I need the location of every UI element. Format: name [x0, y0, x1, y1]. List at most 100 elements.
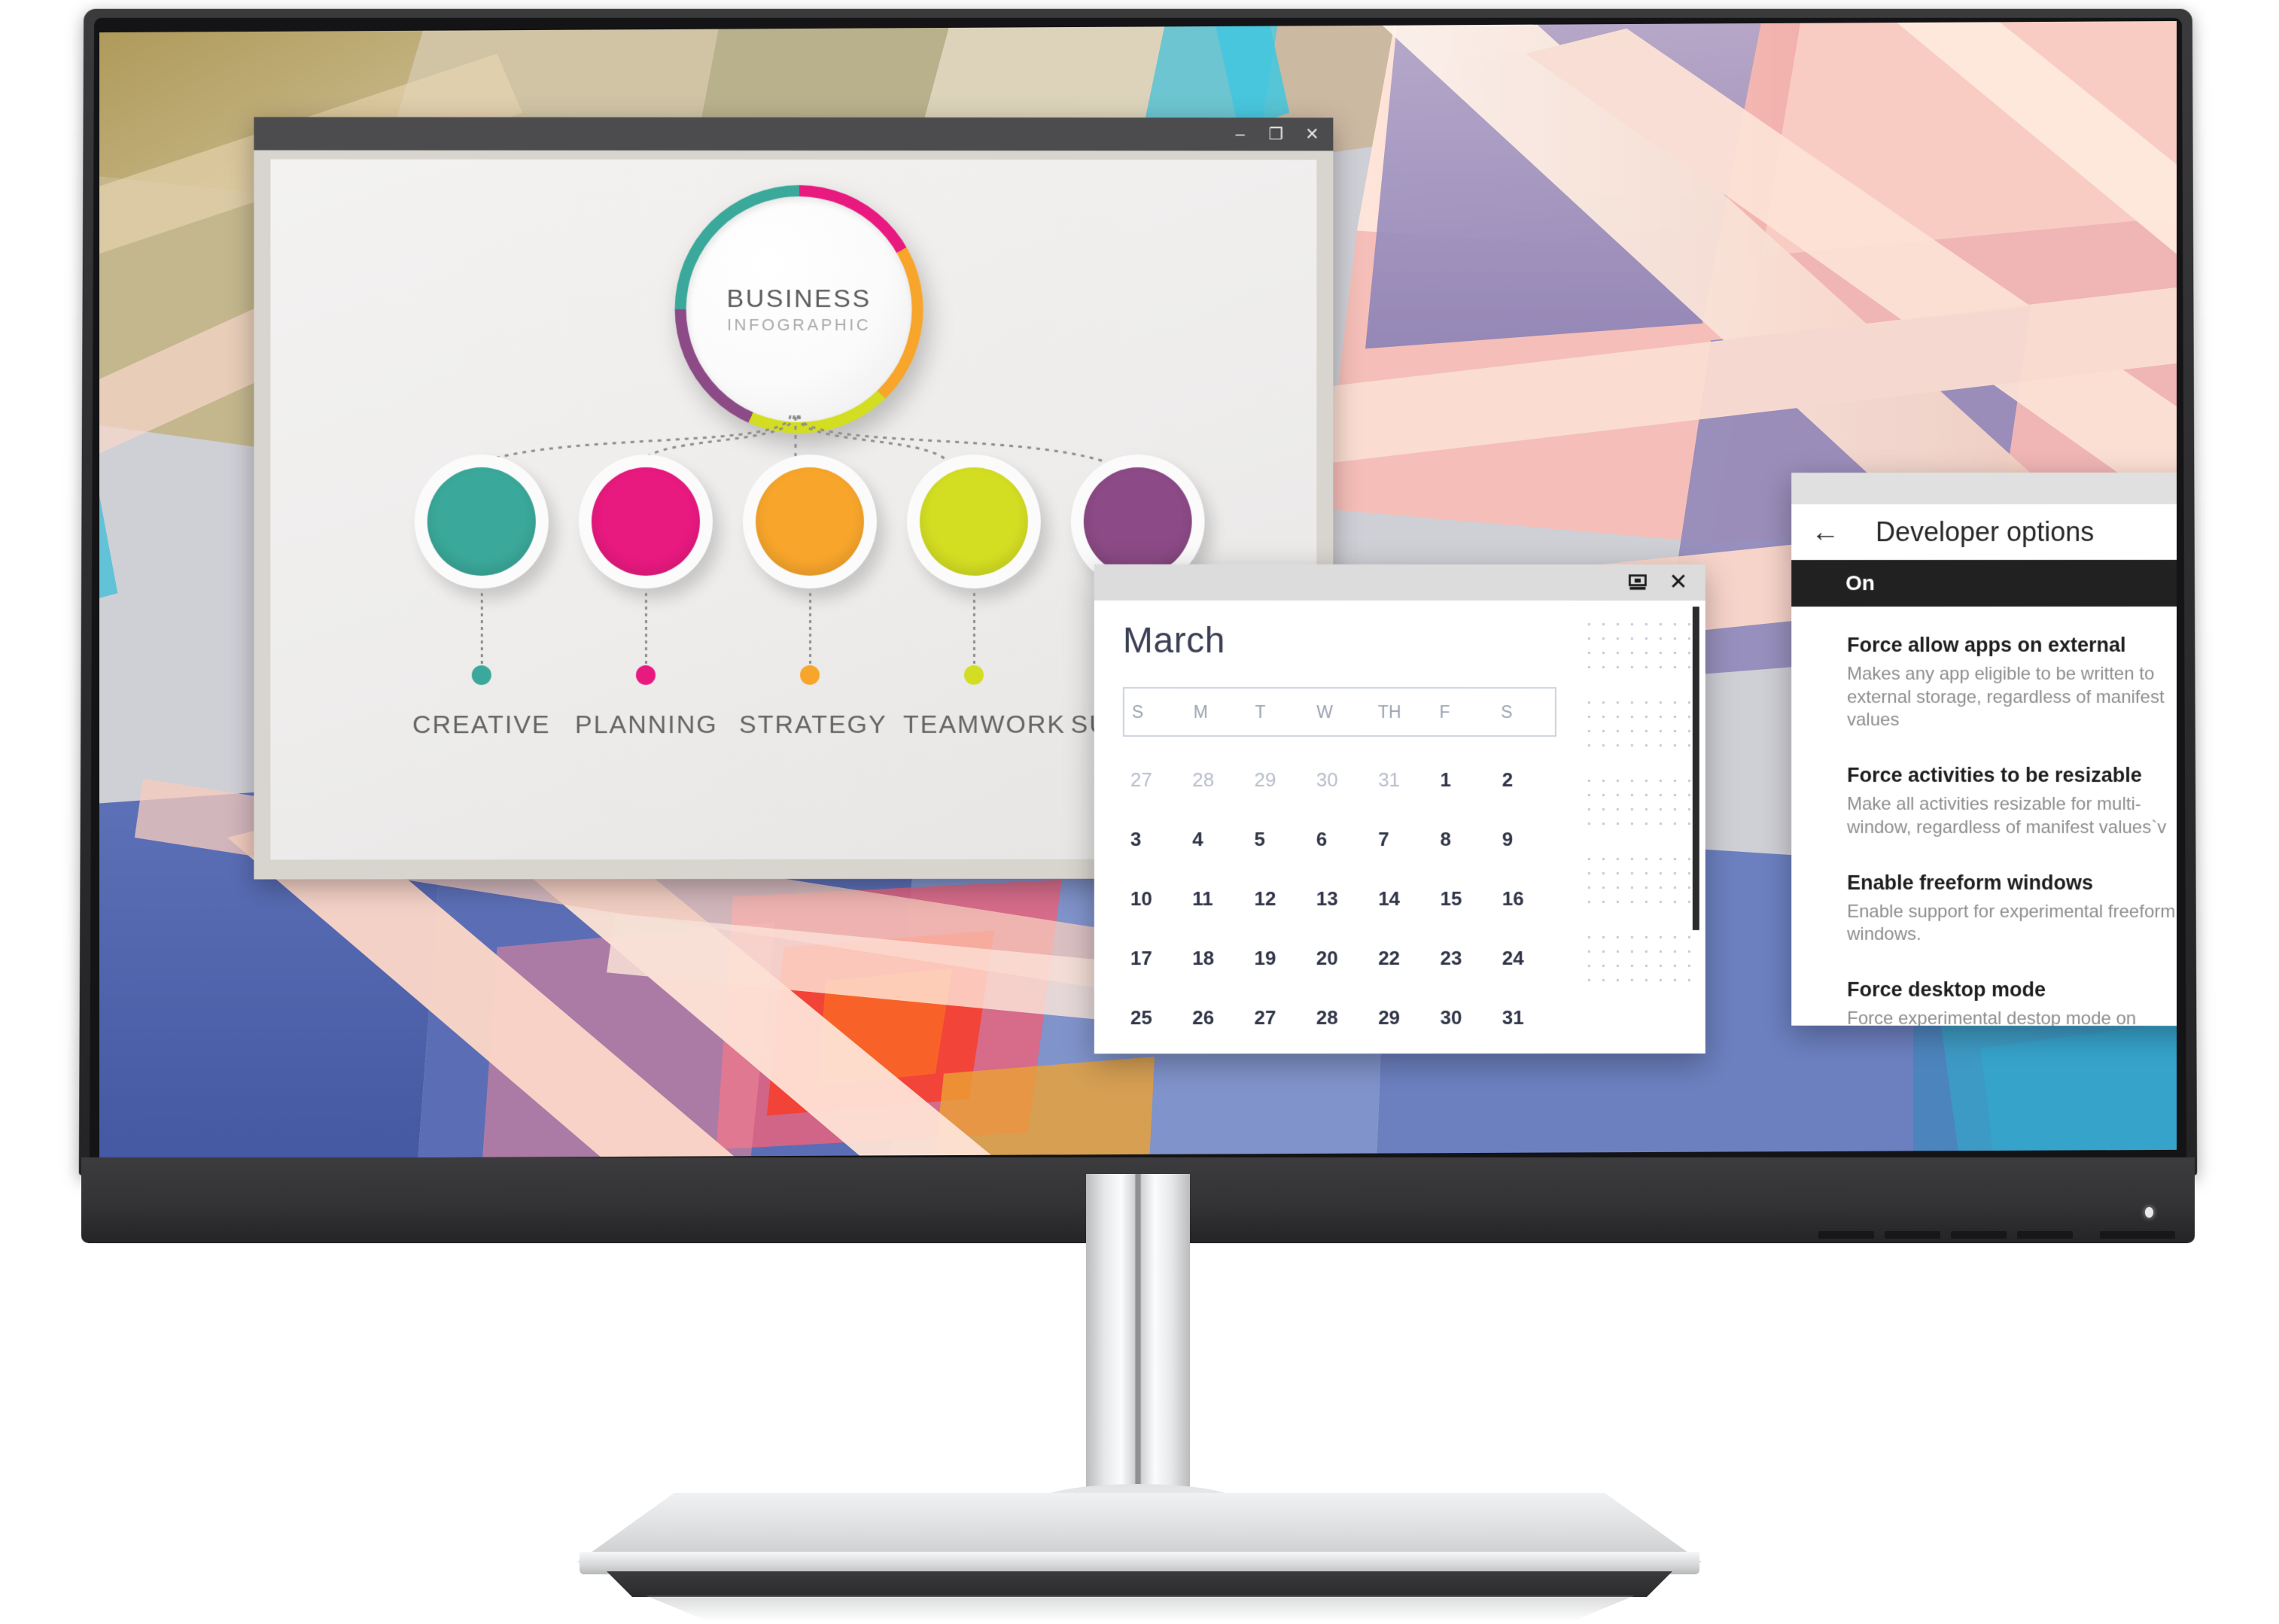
calendar-day[interactable]: 31 [1495, 988, 1556, 1048]
infographic-titlebar[interactable]: – ❐ ✕ [254, 117, 1334, 151]
weekday-label: S [1131, 701, 1144, 722]
calendar-day[interactable]: 17 [1123, 929, 1185, 988]
calendar-day[interactable]: 30 [1432, 988, 1494, 1048]
page-title: Developer options [1876, 515, 2095, 548]
calendar-day[interactable]: 16 [1495, 869, 1556, 929]
setting-title: Enable freeform windows [1847, 871, 2094, 894]
calendar-day[interactable]: 27 [1123, 750, 1185, 810]
osd-button[interactable] [1818, 1231, 1874, 1239]
calendar-day[interactable]: 15 [1432, 869, 1494, 929]
calendar-day[interactable]: 25 [1123, 988, 1185, 1048]
calendar-day[interactable]: 10 [1123, 869, 1185, 929]
node-bubble[interactable] [414, 454, 549, 589]
calendar-day[interactable]: 28 [1309, 988, 1371, 1048]
dot-pattern-block [1576, 924, 1705, 1002]
setting-description: Force experimental destop mode on [1847, 1008, 2137, 1026]
calendar-day[interactable]: 3 [1123, 810, 1185, 869]
calendar-day[interactable]: 13 [1309, 869, 1371, 929]
setting-text: Enable freeform windows Enable support f… [1847, 871, 2177, 947]
osd-button[interactable] [1951, 1231, 2007, 1239]
calendar-day[interactable]: 26 [1185, 988, 1246, 1048]
restore-icon[interactable] [1627, 572, 1648, 593]
calendar-day[interactable]: 22 [1371, 929, 1432, 988]
power-led-indicator [2145, 1207, 2153, 1218]
setting-row[interactable]: Force allow apps on external Makes any a… [1791, 623, 2177, 753]
window-developer-options[interactable]: ✕ ← Developer options On Force allow app… [1791, 472, 2177, 1026]
calendar-main: March S M T W TH F S 27 28 29 30 31 1 2 … [1094, 601, 1576, 1054]
calendar-day[interactable]: 14 [1371, 869, 1432, 929]
dot-pattern-block [1576, 768, 1705, 846]
infographic-title-line1: BUSINESS [726, 284, 872, 313]
node-stem [808, 592, 811, 665]
calendar-day[interactable]: 6 [1309, 810, 1371, 869]
developer-options-list: Force allow apps on external Makes any a… [1791, 607, 2177, 1026]
calendar-body: March S M T W TH F S 27 28 29 30 31 1 2 … [1094, 601, 1705, 1054]
close-icon[interactable]: ✕ [1301, 123, 1322, 144]
calendar-day[interactable]: 29 [1247, 750, 1309, 810]
calendar-day[interactable]: 20 [1309, 929, 1371, 988]
calendar-day[interactable]: 18 [1185, 929, 1246, 988]
weekday-label: TH [1377, 701, 1401, 722]
calendar-titlebar[interactable]: ✕ [1094, 564, 1705, 601]
hp-monitor: – ❐ ✕ BUSINESS INFOGRAPHIC CREATIVE PLAN… [0, 0, 2279, 1624]
node-bubble[interactable] [906, 455, 1041, 588]
node-label: STRATEGY [738, 710, 887, 740]
setting-description: Make all activities resizable for multi-… [1847, 794, 2167, 838]
minimize-icon[interactable]: – [1230, 123, 1251, 144]
calendar-day[interactable]: 12 [1247, 869, 1309, 929]
calendar-side-pattern [1576, 601, 1705, 1054]
infographic-node: PLANNING [575, 454, 718, 740]
window-calendar[interactable]: ✕ March S M T W TH F S 27 28 29 30 31 1 … [1094, 564, 1705, 1054]
calendar-day[interactable]: 4 [1185, 810, 1246, 869]
close-icon[interactable]: ✕ [1668, 570, 1689, 595]
osd-button[interactable] [1885, 1231, 1940, 1239]
calendar-day[interactable]: 31 [1371, 750, 1432, 810]
setting-row[interactable]: Enable freeform windows Enable support f… [1791, 861, 2177, 969]
calendar-day[interactable]: 5 [1247, 810, 1309, 869]
calendar-day[interactable]: 19 [1247, 929, 1309, 988]
infographic-node: TEAMWORK [902, 455, 1066, 740]
calendar-day[interactable]: 9 [1495, 810, 1556, 869]
node-label: TEAMWORK [902, 710, 1066, 739]
calendar-day[interactable]: 11 [1185, 869, 1246, 929]
node-bubble[interactable] [578, 454, 713, 589]
node-dot [963, 665, 984, 685]
node-stem [480, 593, 483, 666]
ring-center: BUSINESS INFOGRAPHIC [686, 196, 912, 423]
setting-text: Force allow apps on external Makes any a… [1847, 634, 2177, 732]
node-bubble[interactable] [742, 454, 877, 589]
node-color-fill [919, 467, 1028, 576]
infographic-ring: BUSINESS INFOGRAPHIC [674, 184, 923, 434]
dot-pattern-block [1576, 846, 1705, 924]
developer-options-master-row[interactable]: On [1791, 559, 2177, 607]
calendar-day[interactable]: 2 [1495, 750, 1556, 810]
calendar-day[interactable]: 24 [1495, 929, 1556, 988]
infographic-node: CREATIVE [411, 454, 552, 740]
back-arrow-icon[interactable]: ← [1811, 516, 1839, 548]
setting-title: Force activities to be resizable [1847, 764, 2142, 787]
calendar-day[interactable]: 7 [1371, 810, 1432, 869]
calendar-day[interactable]: 27 [1247, 988, 1309, 1048]
osd-button[interactable] [2017, 1231, 2073, 1239]
osd-power-button[interactable] [2100, 1231, 2175, 1239]
calendar-scrollbar[interactable] [1692, 607, 1699, 930]
calendar-month-title: March [1122, 620, 1225, 661]
calendar-day[interactable]: 1 [1432, 750, 1494, 810]
maximize-icon[interactable]: ❐ [1265, 123, 1286, 144]
node-label: CREATIVE [412, 710, 551, 740]
setting-row[interactable]: Force desktop mode Force experimental de… [1791, 968, 2177, 1026]
calendar-day[interactable]: 23 [1432, 929, 1494, 988]
infographic-node: STRATEGY [738, 454, 887, 740]
calendar-day[interactable]: 30 [1309, 750, 1371, 810]
setting-text: Force activities to be resizable Make al… [1847, 764, 2177, 839]
calendar-day[interactable]: 29 [1371, 988, 1432, 1048]
master-state-label: On [1845, 571, 1875, 595]
calendar-weekday-header: S M T W TH F S [1122, 686, 1556, 737]
calendar-day[interactable]: 8 [1432, 810, 1494, 869]
node-color-fill [427, 467, 536, 576]
setting-row[interactable]: Force activities to be resizable Make al… [1791, 753, 2177, 861]
developer-options-titlebar[interactable]: ✕ [1791, 472, 2177, 505]
calendar-day[interactable]: 28 [1185, 750, 1246, 810]
setting-description: Enable support for experimental freeform… [1847, 901, 2176, 945]
stand-base-underside [607, 1571, 1672, 1597]
